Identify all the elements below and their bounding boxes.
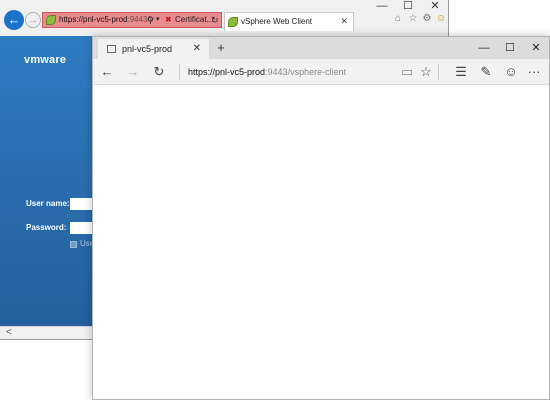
certificate-error-label[interactable]: Certificat... bbox=[175, 13, 213, 27]
password-label: Password: bbox=[26, 223, 67, 232]
vsphere-leaf-icon bbox=[46, 15, 56, 25]
chevron-down-icon[interactable]: ▾ bbox=[156, 13, 160, 27]
edge-address-path: :9443/vsphere-client bbox=[265, 67, 347, 77]
refresh-icon[interactable]: ↻ bbox=[211, 13, 219, 27]
edge-window: pnl-vc5-prod ✕ + — ☐ ✕ ← → ↻ https://pnl… bbox=[92, 36, 550, 400]
page-icon bbox=[107, 45, 116, 53]
back-button[interactable]: ← bbox=[98, 63, 116, 81]
ie-maximize-button[interactable]: ☐ bbox=[396, 0, 420, 14]
toolbar-divider bbox=[438, 64, 439, 80]
close-icon[interactable]: ✕ bbox=[340, 13, 348, 30]
edge-address-host: https://pnl-vc5-prod bbox=[188, 67, 266, 77]
ie-minimize-button[interactable]: — bbox=[370, 0, 394, 14]
more-icon[interactable]: ··· bbox=[525, 63, 543, 81]
certificate-error-icon: ✖ bbox=[165, 15, 172, 24]
toolbar-divider bbox=[179, 64, 180, 80]
smiley-icon[interactable]: ☺ bbox=[435, 13, 447, 25]
edge-toolbar: ← → ↻ https://pnl-vc5-prod:9443/vsphere-… bbox=[93, 59, 549, 85]
forward-button[interactable]: → bbox=[124, 63, 142, 81]
scroll-left-icon[interactable]: < bbox=[6, 327, 12, 339]
ie-address-text: https://pnl-vc5-prod:9443/v bbox=[59, 13, 154, 27]
edge-tab-label: pnl-vc5-prod bbox=[122, 44, 173, 54]
edge-maximize-button[interactable]: ☐ bbox=[498, 39, 522, 57]
web-note-icon[interactable]: ✎ bbox=[477, 63, 495, 81]
hub-icon[interactable]: ☰ bbox=[452, 63, 470, 81]
arrow-right-icon: → bbox=[27, 14, 39, 26]
home-icon[interactable]: ⌂ bbox=[392, 13, 404, 25]
ie-address-host: https://pnl-vc5-prod bbox=[59, 15, 128, 24]
vsphere-leaf-icon bbox=[228, 17, 238, 27]
edge-minimize-button[interactable]: — bbox=[472, 39, 496, 57]
ie-caption-bar: — ☐ ✕ ← → https://pnl-vc5-prod:9443/v ⚲ … bbox=[0, 0, 448, 34]
favorite-star-icon[interactable]: ☆ bbox=[417, 63, 435, 81]
new-tab-button[interactable]: + bbox=[213, 39, 229, 57]
edge-address-bar[interactable]: https://pnl-vc5-prod:9443/vsphere-client bbox=[188, 64, 398, 80]
ie-back-button[interactable]: ← bbox=[4, 10, 24, 30]
star-icon[interactable]: ☆ bbox=[407, 13, 419, 25]
ie-tab-label: vSphere Web Client bbox=[241, 17, 312, 26]
ie-close-button[interactable]: ✕ bbox=[423, 0, 447, 14]
refresh-button[interactable]: ↻ bbox=[150, 63, 168, 81]
edge-page-content[interactable] bbox=[93, 85, 549, 399]
edge-close-button[interactable]: ✕ bbox=[524, 39, 548, 57]
ie-tab-vsphere[interactable]: vSphere Web Client ✕ bbox=[224, 12, 354, 31]
gear-icon[interactable]: ⚙ bbox=[421, 13, 433, 25]
edge-tab-pnl-vc5-prod[interactable]: pnl-vc5-prod ✕ bbox=[98, 39, 209, 59]
use-credentials-checkbox[interactable] bbox=[70, 241, 77, 248]
ie-address-bar[interactable]: https://pnl-vc5-prod:9443/v ⚲ ▾ ✖ Certif… bbox=[42, 12, 222, 28]
arrow-left-icon: ← bbox=[7, 12, 21, 27]
close-icon[interactable]: ✕ bbox=[193, 39, 201, 59]
edge-title-bar: pnl-vc5-prod ✕ + — ☐ ✕ bbox=[93, 37, 549, 59]
username-label: User name: bbox=[26, 199, 70, 208]
ie-forward-button[interactable]: → bbox=[25, 12, 41, 28]
vmware-logo: vmware bbox=[24, 54, 67, 66]
feedback-smiley-icon[interactable]: ☺ bbox=[502, 63, 520, 81]
reading-view-icon[interactable]: ▭ bbox=[398, 63, 416, 81]
search-icon[interactable]: ⚲ bbox=[147, 13, 154, 27]
